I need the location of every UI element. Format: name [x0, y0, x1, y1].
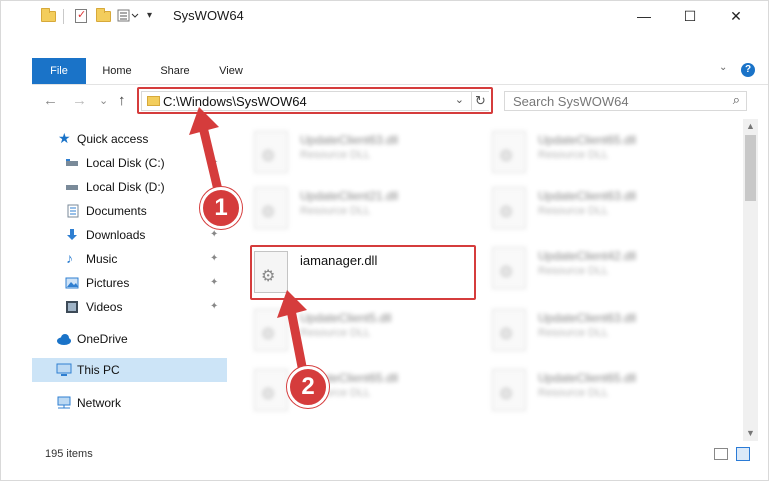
- sidebar-item-label: This PC: [77, 363, 120, 377]
- sidebar-item-label: Music: [86, 252, 118, 266]
- sidebar-item-videos[interactable]: Videos ✦: [32, 295, 227, 319]
- item-count: 195 items: [45, 448, 93, 460]
- dll-file-icon: ⚙: [492, 131, 526, 173]
- pin-icon[interactable]: ✦: [210, 253, 218, 264]
- ribbon-tabs: File Home Share View: [1, 58, 768, 84]
- music-icon: ♪: [66, 250, 73, 266]
- file-type: Resource DLL: [538, 327, 609, 339]
- sidebar-item-label: Pictures: [86, 276, 130, 290]
- step-2-badge: 2: [287, 366, 329, 408]
- help-icon[interactable]: ?: [741, 63, 755, 77]
- star-icon: ★: [58, 130, 71, 146]
- file-name: UpdateClient65.dll: [538, 133, 637, 147]
- documents-icon: [66, 204, 80, 218]
- scrollbar-thumb[interactable]: [745, 135, 756, 201]
- sidebar-item-downloads[interactable]: Downloads ✦: [32, 223, 227, 247]
- search-input[interactable]: Search SysWOW64 ⌕: [504, 91, 747, 111]
- step-1-badge: 1: [200, 187, 242, 229]
- download-icon: [65, 228, 79, 242]
- scroll-up-icon[interactable]: ▲: [746, 121, 755, 131]
- new-folder-icon[interactable]: [96, 8, 112, 24]
- file-type: Resource DLL: [538, 205, 609, 217]
- forward-arrow-icon[interactable]: →: [72, 92, 87, 109]
- computer-icon: [56, 363, 72, 377]
- file-item[interactable]: ⚙ UpdateClient63.dll Resource DLL: [492, 183, 722, 233]
- folder-icon[interactable]: [41, 8, 57, 24]
- tab-home[interactable]: Home: [92, 58, 142, 84]
- pictures-icon: [65, 276, 79, 290]
- quick-access-dropdown-icon[interactable]: ▾: [147, 10, 163, 26]
- sidebar-item-label: OneDrive: [77, 332, 128, 346]
- file-name: UpdateClient63.dll: [538, 311, 637, 325]
- file-item[interactable]: ⚙ UpdateClient65.dll Resource DLL: [492, 127, 722, 177]
- sidebar-item-network[interactable]: Network: [32, 391, 227, 415]
- videos-icon: [65, 300, 79, 314]
- details-view-icon[interactable]: [714, 448, 728, 460]
- drive-icon: [65, 156, 79, 170]
- large-icons-view-icon[interactable]: [736, 447, 750, 461]
- file-item[interactable]: ⚙ UpdateClient65.dll Resource DLL: [492, 365, 722, 415]
- close-button[interactable]: ✕: [713, 1, 759, 31]
- sidebar-item-label: Videos: [86, 300, 123, 314]
- dll-file-icon: ⚙: [492, 309, 526, 351]
- drive-icon: [65, 180, 79, 194]
- file-type: Resource DLL: [300, 149, 371, 161]
- ribbon-divider: [32, 84, 768, 85]
- dll-file-icon: ⚙: [492, 247, 526, 289]
- dll-file-icon: ⚙: [254, 187, 288, 229]
- sidebar-item-label: Local Disk (D:): [86, 180, 165, 194]
- file-name: UpdateClient63.dll: [538, 189, 637, 203]
- file-name: UpdateClient42.dll: [538, 249, 637, 263]
- file-type: Resource DLL: [300, 205, 371, 217]
- file-name: UpdateClient21.dll: [300, 189, 399, 203]
- file-type: Resource DLL: [538, 149, 609, 161]
- network-icon: [56, 396, 71, 410]
- file-explorer-window: ▾ SysWOW64 — ☐ ✕ File Home Share View ⌄ …: [0, 0, 769, 481]
- file-name: UpdateClient63.dll: [300, 133, 399, 147]
- pin-icon[interactable]: ✦: [210, 301, 218, 312]
- cloud-icon: [56, 332, 71, 346]
- sidebar-item-label: Documents: [86, 204, 147, 218]
- sidebar-item-onedrive[interactable]: OneDrive: [32, 327, 227, 351]
- title-bar: ▾ SysWOW64 — ☐ ✕: [1, 1, 768, 31]
- dll-file-icon: ⚙: [492, 369, 526, 411]
- toolbar-separator: [63, 9, 64, 24]
- minimize-button[interactable]: —: [621, 1, 667, 31]
- tab-file[interactable]: File: [32, 58, 86, 84]
- search-placeholder: Search SysWOW64: [513, 94, 629, 109]
- pin-icon[interactable]: ✦: [210, 229, 218, 240]
- dll-file-icon: ⚙: [492, 187, 526, 229]
- sidebar-item-label: Downloads: [86, 228, 146, 242]
- file-type: Resource DLL: [538, 387, 609, 399]
- status-bar: 195 items: [32, 443, 768, 465]
- sidebar-item-this-pc[interactable]: This PC: [32, 358, 227, 382]
- sidebar-item-music[interactable]: ♪ Music ✦: [32, 247, 227, 271]
- recent-locations-icon[interactable]: ⌄: [99, 94, 108, 107]
- file-item[interactable]: ⚙ UpdateClient21.dll Resource DLL: [254, 183, 484, 233]
- maximize-button[interactable]: ☐: [667, 1, 713, 31]
- search-icon[interactable]: ⌕: [733, 92, 740, 108]
- sidebar-item-pictures[interactable]: Pictures ✦: [32, 271, 227, 295]
- up-arrow-icon[interactable]: ↑: [118, 92, 126, 109]
- file-item[interactable]: ⚙ UpdateClient63.dll Resource DLL: [254, 127, 484, 177]
- pin-icon[interactable]: ✦: [210, 277, 218, 288]
- file-item[interactable]: ⚙ UpdateClient42.dll Resource DLL: [492, 243, 722, 293]
- tab-share[interactable]: Share: [148, 58, 202, 84]
- sidebar-item-label: Quick access: [77, 132, 149, 146]
- back-arrow-icon[interactable]: ←: [43, 92, 58, 109]
- tab-view[interactable]: View: [208, 58, 254, 84]
- properties-icon[interactable]: [73, 8, 89, 24]
- sidebar-item-label: Local Disk (C:): [86, 156, 165, 170]
- collapse-ribbon-icon[interactable]: ⌄: [719, 62, 727, 73]
- sidebar-item-label: Network: [77, 396, 122, 410]
- window-title: SysWOW64: [173, 8, 244, 23]
- vertical-scrollbar[interactable]: ▲ ▼: [743, 119, 758, 441]
- dll-file-icon: ⚙: [254, 131, 288, 173]
- scroll-down-icon[interactable]: ▼: [746, 428, 755, 438]
- customize-toolbar-icon[interactable]: [117, 8, 139, 24]
- file-name: UpdateClient65.dll: [538, 371, 637, 385]
- file-item[interactable]: ⚙ UpdateClient63.dll Resource DLL: [492, 305, 722, 355]
- file-type: Resource DLL: [538, 265, 609, 277]
